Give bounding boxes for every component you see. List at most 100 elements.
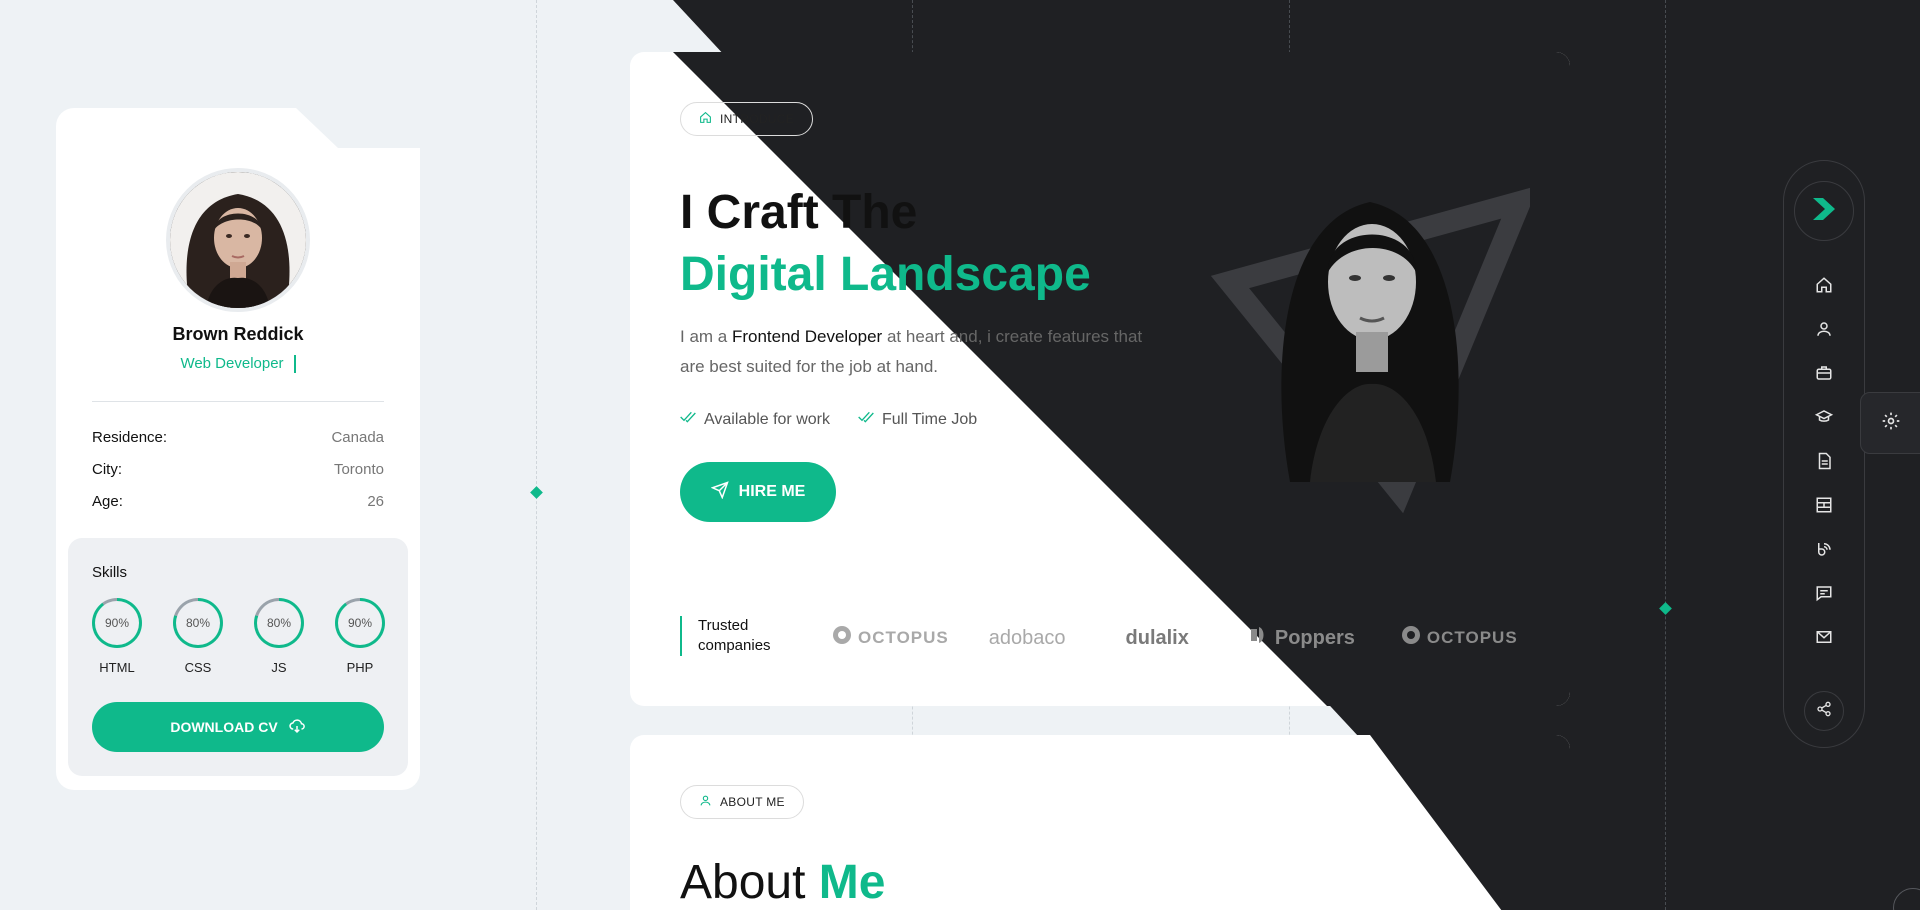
cloud-download-icon	[288, 717, 306, 738]
nav-testimonials[interactable]	[1812, 583, 1836, 607]
hero-title-line1: I Craft The	[680, 186, 918, 239]
skill-percent: 90%	[95, 601, 139, 645]
desc-highlight: Frontend Developer	[731, 327, 883, 346]
availability-checks: Available for work Full Time Job	[680, 410, 977, 429]
skill-percent: 80%	[257, 601, 301, 645]
octopus-logo-icon	[832, 625, 852, 651]
nav-resume[interactable]	[1812, 363, 1836, 387]
info-value: 26	[367, 493, 384, 510]
skill-ring: 90%	[335, 598, 385, 648]
nav-blog[interactable]	[1812, 539, 1836, 563]
info-value: Canada	[331, 429, 384, 446]
info-key: Residence:	[92, 429, 168, 446]
hire-me-button[interactable]: HIRE ME	[680, 462, 836, 522]
skill-js: 80% JS	[254, 598, 304, 675]
blog-icon	[1815, 540, 1833, 563]
company-logo-dulalix: dulalix	[1106, 627, 1189, 650]
download-cv-button[interactable]: DOWNLOAD CV	[92, 702, 384, 752]
skill-label: CSS	[184, 660, 212, 675]
hero-portrait	[1200, 122, 1539, 522]
nav-about[interactable]	[1812, 319, 1836, 343]
octopus-logo-icon	[1401, 625, 1421, 651]
hero-title: I Craft The Digital Landscape	[680, 182, 1091, 306]
about-title-plain: About	[680, 856, 806, 909]
avatar	[166, 168, 310, 312]
double-check-icon	[680, 410, 696, 429]
mail-icon	[1815, 628, 1833, 651]
briefcase-icon	[1815, 364, 1833, 387]
hero-description: I am a Frontend Developer at heart and, …	[680, 322, 1150, 382]
logo-text: dulalix	[1125, 626, 1189, 649]
company-logo-poppers: Poppers	[1229, 625, 1355, 651]
skill-label: JS	[271, 660, 287, 675]
settings-toggle[interactable]	[1860, 392, 1920, 454]
typing-cursor	[293, 355, 296, 374]
chevron-logo-icon	[1809, 194, 1839, 229]
grid-line	[1665, 0, 1666, 910]
divider	[92, 401, 384, 402]
check-label: Available for work	[704, 410, 830, 428]
introduce-badge: INTRODUCE	[680, 102, 814, 136]
chat-icon	[1815, 584, 1833, 607]
nav-documents[interactable]	[1812, 451, 1836, 475]
about-card: ABOUT ME About Me	[630, 735, 1570, 910]
company-logo-octopus: OCTOPUS	[832, 625, 949, 651]
logo-text: Poppers	[1274, 626, 1355, 649]
check-label: Full Time Job	[881, 410, 978, 428]
nav-contact[interactable]	[1812, 627, 1836, 651]
share-icon	[1816, 701, 1832, 722]
document-icon	[1815, 452, 1833, 475]
user-icon	[699, 794, 712, 810]
skill-label: HTML	[99, 660, 135, 675]
skill-percent: 80%	[176, 601, 220, 645]
nav-portfolio[interactable]	[1812, 495, 1836, 519]
nav-education[interactable]	[1812, 407, 1836, 431]
grid-line	[536, 0, 537, 910]
portfolio-grid-icon	[1815, 496, 1833, 519]
paper-plane-icon	[710, 480, 729, 504]
double-check-icon	[858, 410, 874, 429]
graduation-cap-icon	[1814, 408, 1834, 431]
user-icon	[1815, 320, 1833, 343]
company-logo-octopus: OCTOPUS	[1395, 625, 1518, 651]
info-key: Age:	[92, 493, 123, 510]
info-value: Toronto	[333, 461, 384, 478]
nav-home[interactable]	[1812, 275, 1836, 299]
check-item: Full Time Job	[858, 410, 977, 429]
profile-card: Brown Reddick Web Developer Residence: C…	[56, 108, 420, 790]
download-cv-label: DOWNLOAD CV	[170, 719, 278, 735]
info-row-age: Age: 26	[92, 493, 384, 510]
info-row-residence: Residence: Canada	[92, 429, 384, 446]
about-title-accent: Me	[818, 856, 886, 909]
desc-prefix: I am a	[680, 327, 732, 346]
accent-diamond	[530, 486, 543, 499]
poppers-logo-icon	[1249, 625, 1269, 651]
skill-percent: 90%	[338, 601, 382, 645]
brand-logo[interactable]	[1794, 181, 1854, 241]
skill-ring: 90%	[92, 598, 142, 648]
logo-text: OCTOPUS	[858, 628, 949, 647]
share-button[interactable]	[1804, 691, 1844, 731]
info-key: City:	[92, 461, 122, 478]
trusted-line2: companies	[698, 637, 771, 654]
home-icon	[699, 111, 712, 127]
trusted-companies-label: Trusted companies	[680, 616, 771, 656]
hero-title-line2: Digital Landscape	[680, 248, 1091, 301]
check-item: Available for work	[680, 410, 830, 429]
profile-name: Brown Reddick	[172, 324, 304, 344]
about-badge-label: ABOUT ME	[720, 795, 785, 809]
logo-text: adobaco	[988, 626, 1066, 649]
company-logo-adobaco: adobaco	[989, 627, 1066, 650]
hero-card: INTRODUCE I Craft The Digital Landscape …	[630, 52, 1570, 706]
skill-php: 90% PHP	[335, 598, 385, 675]
gear-icon	[1881, 411, 1901, 436]
skills-title: Skills	[92, 564, 128, 581]
company-logos: OCTOPUS adobaco dulalix Poppers OCTOPUS	[832, 622, 1522, 654]
skill-css: 80% CSS	[173, 598, 223, 675]
skill-label: PHP	[346, 660, 374, 675]
home-icon	[1815, 276, 1833, 299]
introduce-badge-label: INTRODUCE	[720, 112, 795, 126]
about-badge: ABOUT ME	[680, 785, 804, 819]
profile-role-text: Web Developer	[180, 355, 284, 372]
skills-box: Skills 90% HTML 80% CSS 80% JS 90% PHP D…	[68, 538, 408, 776]
